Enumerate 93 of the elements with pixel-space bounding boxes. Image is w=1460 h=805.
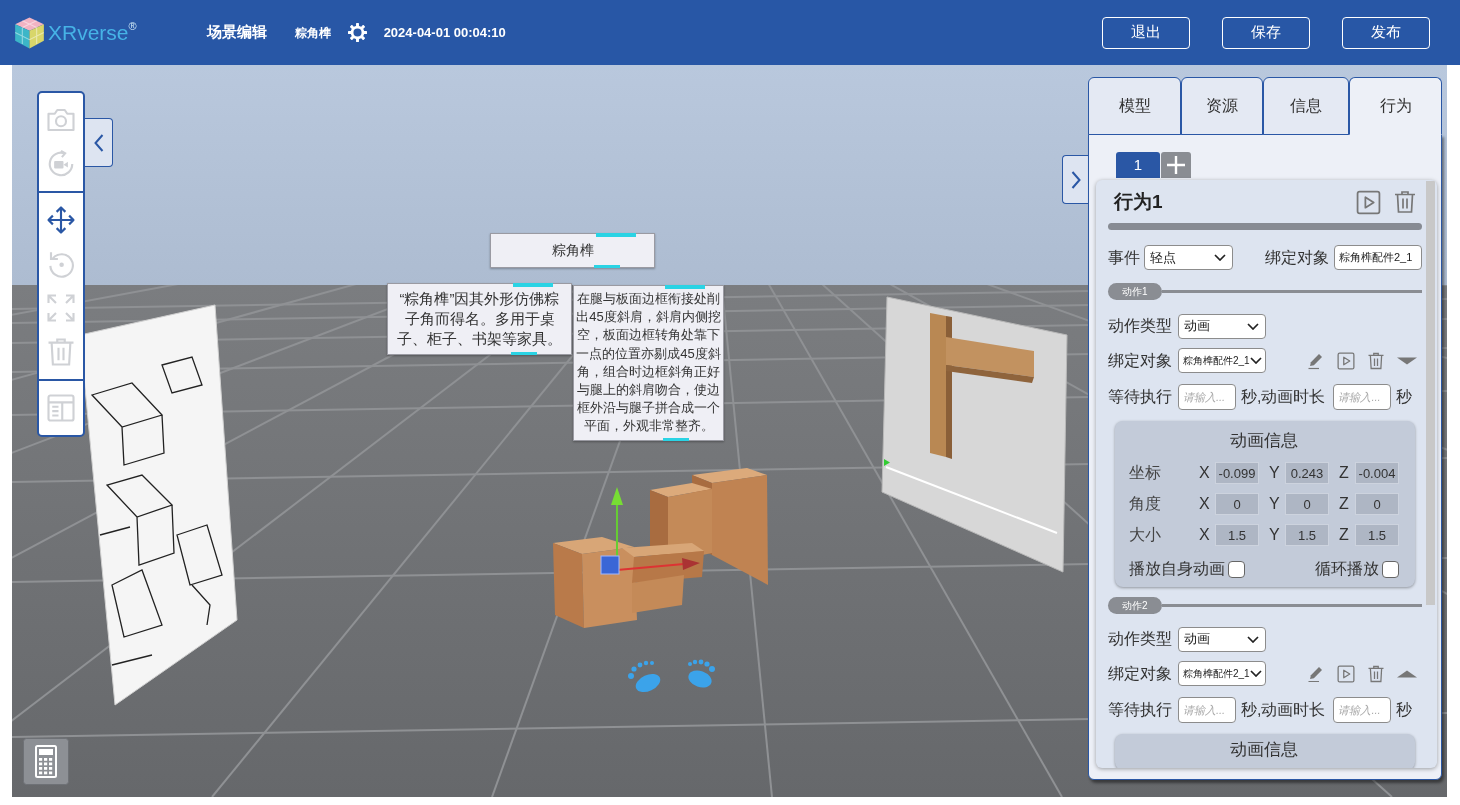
field-label: 等待执行 bbox=[1108, 702, 1172, 718]
caret-down-icon[interactable] bbox=[1397, 356, 1417, 365]
unit-label: 秒 bbox=[1396, 389, 1413, 405]
checkbox[interactable] bbox=[1228, 560, 1245, 578]
property-label: 大小 bbox=[1129, 527, 1162, 543]
option-label: 循环播放 bbox=[1315, 561, 1379, 577]
chevron-down-icon bbox=[1247, 322, 1259, 330]
field-label: 秒,动画时长 bbox=[1241, 389, 1326, 405]
calculator-icon[interactable] bbox=[23, 738, 69, 785]
field-label: 动作类型 bbox=[1108, 318, 1172, 334]
title-panel: 粽角榫 bbox=[490, 233, 655, 268]
info-title: 动画信息 bbox=[1229, 430, 1299, 452]
panel-tab[interactable]: 模型 bbox=[1088, 77, 1181, 135]
option-label: 播放自身动画 bbox=[1129, 561, 1225, 577]
checkbox[interactable] bbox=[1382, 560, 1399, 578]
publish-button[interactable]: 发布 bbox=[1342, 16, 1430, 49]
value-field[interactable]: 0 bbox=[1215, 493, 1259, 515]
target-dropdown[interactable]: 粽角榫配件2_1 bbox=[1178, 661, 1266, 686]
value-field[interactable]: 1.5 bbox=[1285, 524, 1329, 546]
trash-icon[interactable] bbox=[1393, 190, 1417, 214]
value-field[interactable]: 0 bbox=[1355, 493, 1399, 515]
axis-label: X bbox=[1199, 527, 1211, 543]
value-field[interactable]: 1.5 bbox=[1215, 524, 1259, 546]
move-arrows-icon[interactable] bbox=[46, 205, 76, 235]
field-label: 秒,动画时长 bbox=[1241, 702, 1326, 718]
unit-label: 秒 bbox=[1396, 702, 1413, 718]
project-name: 粽角榫 bbox=[294, 24, 331, 42]
expand-panel-button[interactable] bbox=[1062, 155, 1089, 204]
scrollbar-thumb[interactable] bbox=[1426, 181, 1435, 605]
settings-icon[interactable] bbox=[347, 23, 367, 42]
behavior-title: 行为1 bbox=[1112, 189, 1163, 214]
trash-icon[interactable] bbox=[1367, 664, 1385, 683]
axis-label: Z bbox=[1339, 496, 1350, 512]
footprints-icon[interactable] bbox=[628, 659, 715, 693]
save-button[interactable]: 保存 bbox=[1222, 16, 1310, 49]
plus-icon bbox=[1167, 156, 1185, 174]
field-label: 绑定对象 bbox=[1108, 665, 1172, 682]
play-icon[interactable] bbox=[1337, 664, 1355, 683]
behavior-tab[interactable]: 1 bbox=[1116, 152, 1160, 178]
field-label: 事件 bbox=[1108, 249, 1140, 266]
add-tab-button[interactable] bbox=[1161, 152, 1191, 178]
page-title: 场景编辑 bbox=[206, 22, 267, 43]
property-label: 坐标 bbox=[1129, 465, 1162, 481]
panel-tab[interactable]: 信息 bbox=[1263, 77, 1349, 135]
duration-field[interactable]: 请输入... bbox=[1333, 697, 1392, 723]
action-heading: 动作2 bbox=[1108, 597, 1162, 614]
chevron-left-icon bbox=[93, 133, 104, 152]
panel-tab[interactable]: 行为 bbox=[1349, 77, 1442, 135]
axis-label: Y bbox=[1269, 496, 1281, 512]
panel-tab[interactable]: 资源 bbox=[1181, 77, 1263, 135]
axis-label: Y bbox=[1269, 527, 1281, 543]
action-type-dropdown[interactable]: 动画 bbox=[1178, 313, 1266, 339]
value-field[interactable]: 0.243 bbox=[1285, 462, 1329, 484]
chevron-right-icon bbox=[1071, 170, 1081, 189]
value-field[interactable]: 1.5 bbox=[1355, 524, 1399, 546]
axis-label: X bbox=[1199, 465, 1211, 481]
description-panel: “粽角榫”因其外形仿佛粽子角而得名。多用于桌子、柜子、书架等家具。 bbox=[387, 283, 572, 355]
play-icon[interactable] bbox=[1356, 189, 1381, 215]
target-field[interactable]: 粽角榫配件2_1 bbox=[1334, 245, 1422, 270]
trash-icon[interactable] bbox=[1367, 351, 1385, 370]
wait-field[interactable]: 请输入... bbox=[1178, 384, 1236, 410]
value-field[interactable]: -0.004 bbox=[1355, 462, 1399, 484]
logo-cube-icon bbox=[14, 16, 45, 49]
info-title: 动画信息 bbox=[1229, 739, 1299, 761]
chevron-down-icon bbox=[1250, 357, 1262, 364]
event-dropdown[interactable]: 轻点 bbox=[1144, 245, 1233, 270]
action-type-dropdown[interactable]: 动画 bbox=[1178, 626, 1266, 652]
field-label: 绑定对象 bbox=[1265, 249, 1329, 266]
axis-label: Z bbox=[1339, 527, 1350, 543]
wait-field[interactable]: 请输入... bbox=[1178, 697, 1236, 723]
logo-text: XRverse$^{®}$ bbox=[48, 22, 137, 43]
exit-button[interactable]: 退出 bbox=[1102, 16, 1190, 49]
property-label: 角度 bbox=[1129, 496, 1162, 512]
duration-field[interactable]: 请输入... bbox=[1333, 384, 1392, 410]
axis-label: Z bbox=[1339, 465, 1350, 481]
move-gizmo-icon[interactable] bbox=[600, 487, 700, 575]
play-icon[interactable] bbox=[1337, 351, 1355, 370]
value-field[interactable]: 0 bbox=[1285, 493, 1329, 515]
value-field[interactable]: -0.099 bbox=[1215, 462, 1259, 484]
chevron-down-icon bbox=[1247, 635, 1259, 643]
caret-up-icon[interactable] bbox=[1397, 669, 1417, 678]
timestamp: 2024-04-01 00:04:10 bbox=[383, 23, 506, 42]
target-dropdown[interactable]: 粽角榫配件2_1 bbox=[1178, 348, 1266, 373]
chevron-down-icon bbox=[1250, 670, 1262, 677]
axis-label: Y bbox=[1269, 465, 1281, 481]
collapse-toolbar-button[interactable] bbox=[85, 118, 113, 167]
field-label: 动作类型 bbox=[1108, 631, 1172, 647]
field-label: 等待执行 bbox=[1108, 389, 1172, 405]
chevron-down-icon bbox=[1214, 254, 1226, 261]
field-label: 绑定对象 bbox=[1108, 352, 1172, 369]
action-heading: 动作1 bbox=[1108, 283, 1162, 300]
axis-label: X bbox=[1199, 496, 1211, 512]
description-panel: 在腿与板面边框衔接处削出45度斜肩，斜肩内侧挖空，板面边框转角处靠下一点的位置亦剔成45度斜角，组合时边框斜角正好与腿上的斜肩吻合，使边框外沿与腿子拼合成一个平面，外观非常整齐。 bbox=[573, 285, 724, 441]
